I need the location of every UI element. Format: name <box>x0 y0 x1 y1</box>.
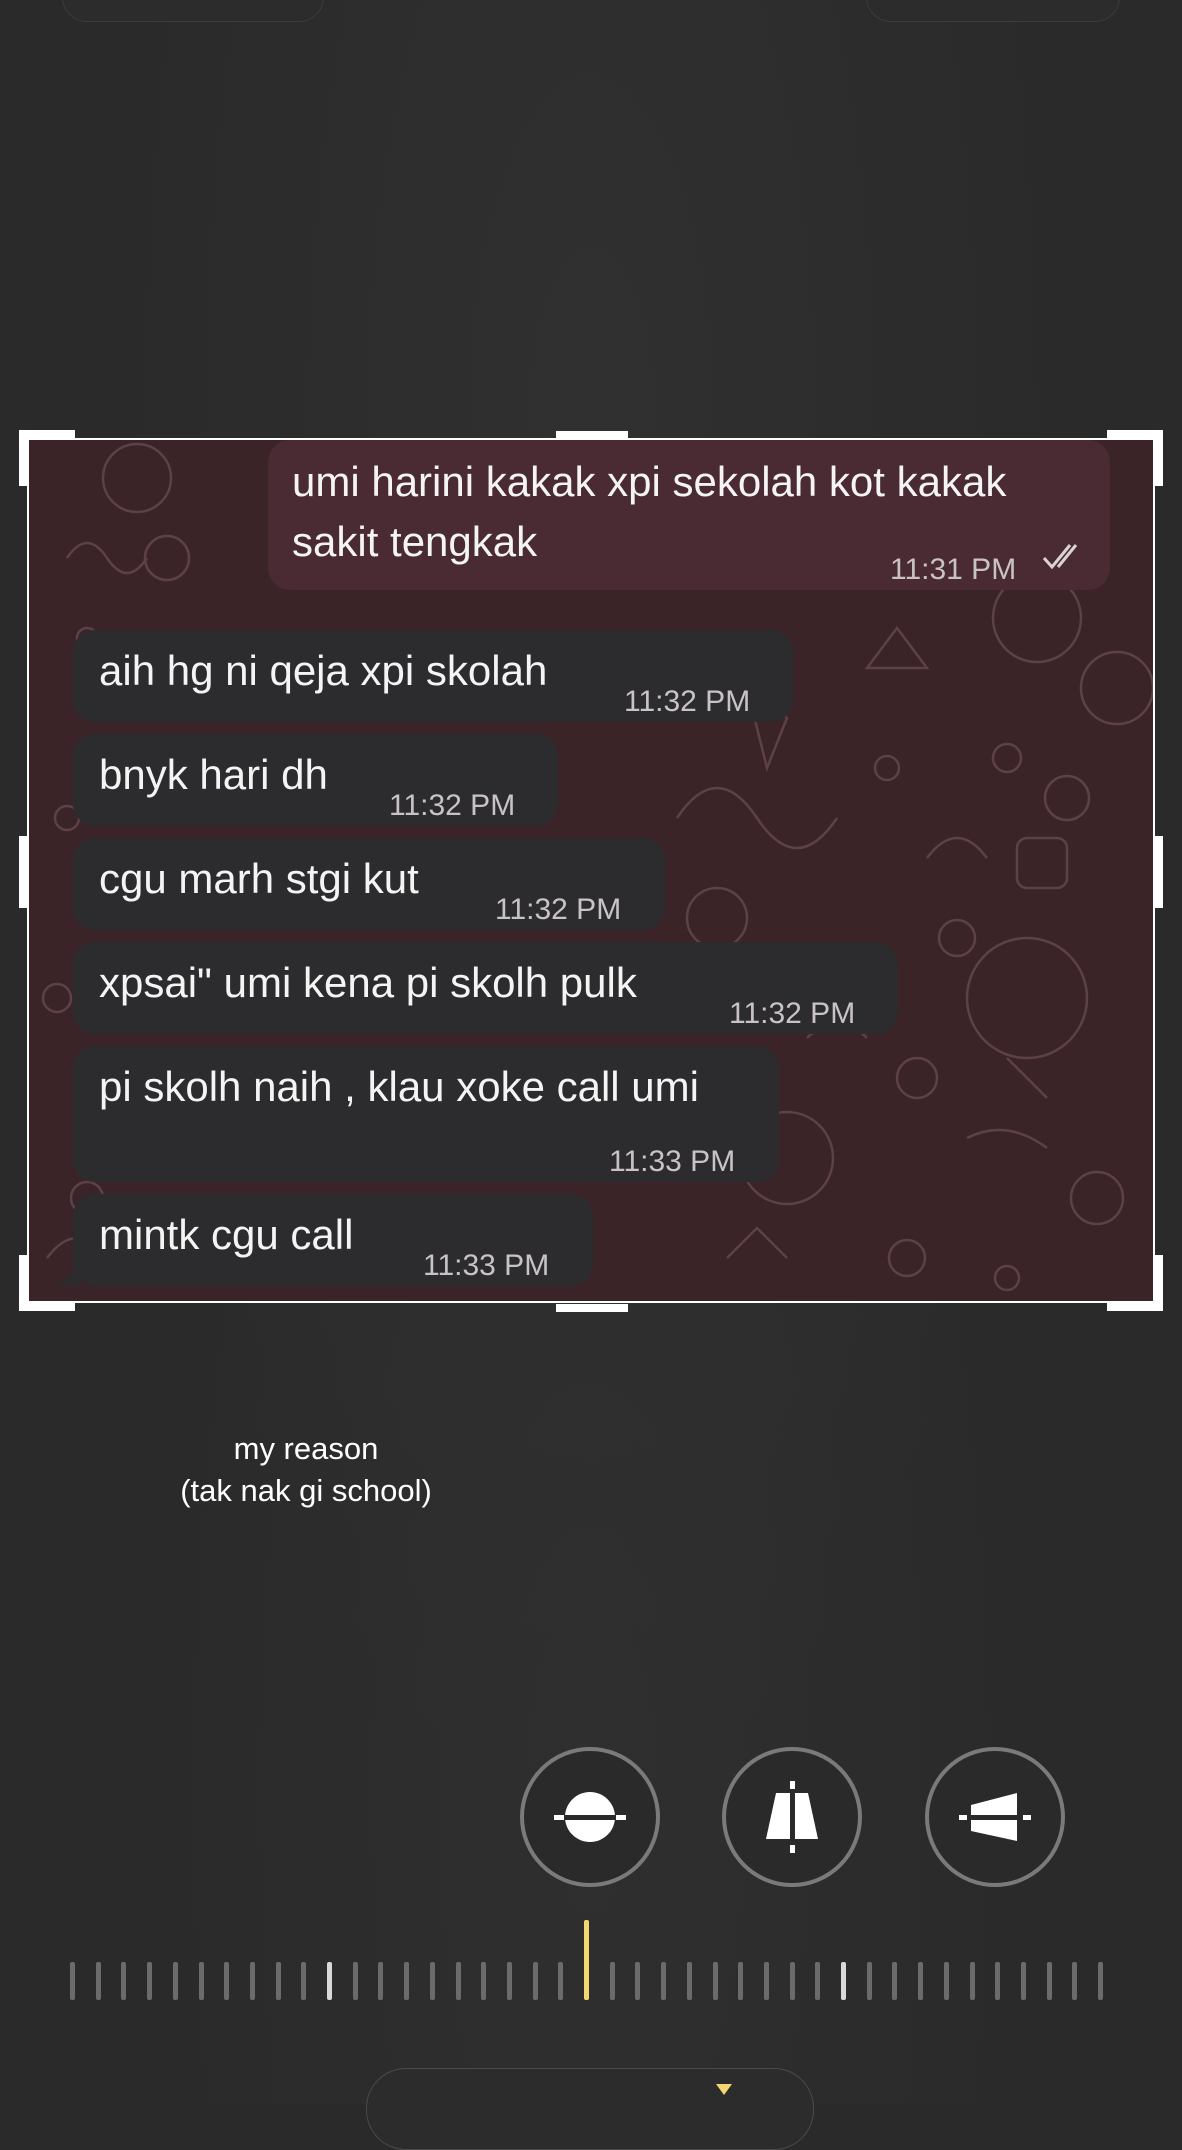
dial-tick <box>995 1962 1000 2000</box>
dial-tick <box>1098 1962 1103 2000</box>
message-text: pi skolh naih , klau xoke call umi <box>99 1063 699 1110</box>
dial-tick <box>533 1962 538 2000</box>
message-text: bnyk hari dh <box>99 751 328 798</box>
crop-handle-bottom-left[interactable] <box>19 1255 75 1311</box>
crop-handle-top-right[interactable] <box>1107 430 1163 486</box>
dial-tick <box>687 1962 692 2000</box>
message-text: xpsai" umi kena pi skolh pulk <box>99 959 637 1006</box>
message-time: 11:33 PM <box>609 1145 736 1178</box>
dial-tick <box>507 1962 512 2000</box>
dial-tick <box>944 1962 949 2000</box>
dial-tick <box>70 1962 75 2000</box>
dial-tick <box>1021 1962 1026 2000</box>
dial-tick <box>867 1962 872 2000</box>
dial-tick <box>481 1962 486 2000</box>
message-time: 11:32 PM <box>389 789 516 822</box>
message-outgoing[interactable]: umi harini kakak xpi sekolah kot kakak s… <box>268 440 1110 590</box>
caption-line-1: my reason <box>233 1431 379 1466</box>
dial-tick <box>327 1962 332 2000</box>
message-text: mintk cgu call <box>99 1211 354 1258</box>
crop-handle-top-left[interactable] <box>19 430 75 486</box>
dial-tick <box>892 1962 897 2000</box>
dial-tick <box>456 1962 461 2000</box>
horizontal-perspective-button[interactable] <box>925 1747 1065 1887</box>
dial-tick <box>970 1962 975 2000</box>
message-time: 11:31 PM <box>890 553 1017 586</box>
top-right-control[interactable] <box>866 0 1120 22</box>
crop-handle-right[interactable] <box>1155 836 1163 908</box>
caption-line-2: (tak nak gi school) <box>180 1473 432 1508</box>
dial-tick <box>1072 1962 1077 2000</box>
crop-handle-left[interactable] <box>19 836 27 908</box>
dial-tick <box>430 1962 435 2000</box>
message-incoming[interactable]: xpsai" umi kena pi skolh pulk 11:32 PM <box>73 942 898 1034</box>
horizon-level-icon <box>554 1792 626 1842</box>
dial-tick <box>815 1962 820 2000</box>
dial-tick <box>224 1962 229 2000</box>
dial-tick <box>173 1962 178 2000</box>
dial-tick <box>404 1962 409 2000</box>
dial-tick <box>199 1962 204 2000</box>
position-marker-icon <box>716 2084 732 2095</box>
dial-tick <box>790 1962 795 2000</box>
dial-tick <box>610 1962 615 2000</box>
caption-text: my reason (tak nak gi school) <box>140 1428 472 1512</box>
rotation-dial[interactable] <box>70 1920 1120 2002</box>
message-time: 11:33 PM <box>423 1249 550 1282</box>
dial-tick <box>918 1962 923 2000</box>
dial-tick <box>96 1962 101 2000</box>
dial-tick <box>713 1962 718 2000</box>
crop-handle-bottom-right[interactable] <box>1107 1255 1163 1311</box>
top-left-control[interactable] <box>62 0 324 22</box>
message-incoming[interactable]: cgu marh stgi kut 11:32 PM <box>73 838 665 930</box>
read-receipt-icon <box>1042 544 1078 570</box>
message-time: 11:32 PM <box>495 893 622 926</box>
dial-tick <box>353 1962 358 2000</box>
dial-tick <box>121 1962 126 2000</box>
bottom-control[interactable] <box>366 2068 814 2150</box>
dial-tick <box>584 1920 589 2000</box>
dial-tick <box>661 1962 666 2000</box>
vertical-perspective-icon <box>766 1781 818 1853</box>
dial-tick <box>764 1962 769 2000</box>
message-incoming[interactable]: aih hg ni qeja xpi skolah 11:32 PM <box>73 630 793 722</box>
message-time: 11:32 PM <box>729 997 856 1030</box>
horizontal-perspective-icon <box>959 1793 1031 1841</box>
dial-tick <box>378 1962 383 2000</box>
dial-tick <box>301 1962 306 2000</box>
dial-tick <box>1047 1962 1052 2000</box>
dial-tick <box>250 1962 255 2000</box>
message-incoming[interactable]: mintk cgu call 11:33 PM <box>73 1194 593 1286</box>
dial-tick <box>738 1962 743 2000</box>
message-time: 11:32 PM <box>624 685 751 718</box>
crop-handle-top[interactable] <box>556 431 628 439</box>
dial-tick <box>841 1962 846 2000</box>
straighten-button[interactable] <box>520 1747 660 1887</box>
message-text: cgu marh stgi kut <box>99 855 419 902</box>
message-text: aih hg ni qeja xpi skolah <box>99 647 548 694</box>
message-incoming[interactable]: pi skolh naih , klau xoke call umi 11:33… <box>73 1046 779 1182</box>
vertical-perspective-button[interactable] <box>722 1747 862 1887</box>
dial-tick <box>147 1962 152 2000</box>
message-incoming[interactable]: bnyk hari dh 11:32 PM <box>73 734 558 826</box>
dial-tick <box>558 1962 563 2000</box>
dial-tick <box>635 1962 640 2000</box>
dial-tick <box>276 1962 281 2000</box>
crop-handle-bottom[interactable] <box>556 1304 628 1312</box>
